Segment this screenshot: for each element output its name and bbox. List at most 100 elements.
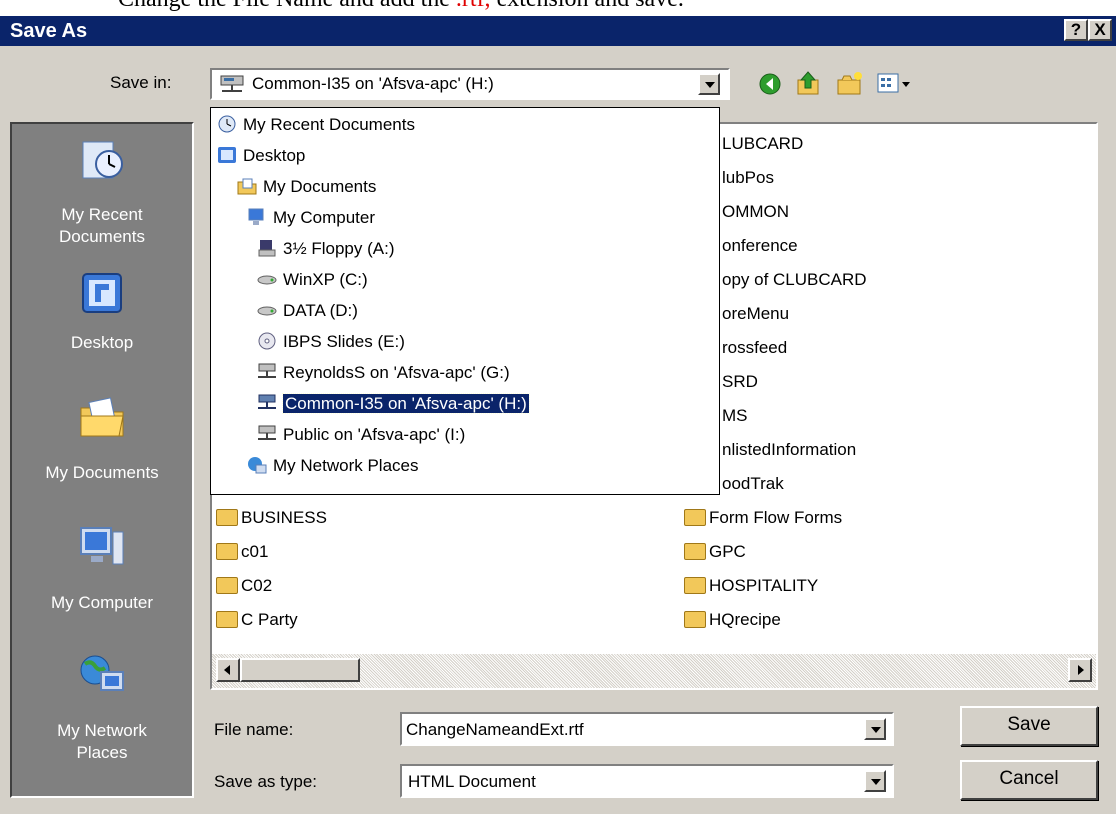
list-item-label: C02 [241,576,273,595]
list-item[interactable]: SRD [722,372,758,392]
list-item[interactable]: HQrecipe [684,610,781,630]
save-type-combobox[interactable]: HTML Document [400,764,894,798]
list-item[interactable]: LUBCARD [722,134,803,154]
dropdown-item-label: ReynoldsS on 'Afsva-apc' (G:) [283,363,510,382]
dropdown-item-recent[interactable]: My Recent Documents [217,110,415,140]
arrow-left-icon [224,665,230,675]
my-documents-icon [80,397,124,437]
list-item[interactable]: nlistedInformation [722,440,856,460]
recent-documents-icon [218,115,236,133]
dropdown-item-label: My Network Places [273,456,419,475]
dropdown-item-drive-c[interactable]: WinXP (C:) [257,265,368,295]
file-name-dropdown-button[interactable] [864,718,886,740]
instruction-text-end: extension and save. [491,0,684,12]
list-item[interactable]: rossfeed [722,338,787,358]
folder-icon [684,611,706,629]
cancel-button[interactable]: Cancel [960,760,1098,800]
list-item[interactable]: C02 [216,576,272,596]
folder-icon [684,543,706,561]
dropdown-item-drive-h-selected[interactable]: Common-I35 on 'Afsva-apc' (H:) [257,389,530,419]
scroll-thumb[interactable] [240,658,360,682]
dropdown-item-drive-d[interactable]: DATA (D:) [257,296,358,326]
place-label-desktop: Desktop [70,333,134,352]
network-drive-icon [258,394,276,409]
network-drive-icon [258,425,276,440]
folder-icon [684,509,706,527]
list-item[interactable]: GPC [684,542,746,562]
place-label-network-1: My Network [57,721,147,740]
file-name-combobox[interactable]: ChangeNameandExt.rtf [400,712,894,746]
floppy-icon [258,239,276,257]
save-button[interactable]: Save [960,706,1098,746]
list-item[interactable]: lubPos [722,168,774,188]
save-type-label: Save as type: [214,772,318,791]
save-type-dropdown-button[interactable] [864,770,886,792]
dropdown-item-my-documents[interactable]: My Documents [237,172,376,202]
list-item[interactable]: Form Flow Forms [684,508,842,528]
list-item-label: c01 [241,542,269,561]
list-item[interactable]: opy of CLUBCARD [722,270,867,290]
dropdown-item-drive-g[interactable]: ReynoldsS on 'Afsva-apc' (G:) [257,358,510,388]
place-label-network-2: Places [76,743,128,762]
dropdown-item-floppy[interactable]: 3½ Floppy (A:) [257,234,395,264]
place-label-recent-2: Documents [59,227,145,246]
folder-icon [216,611,238,629]
desktop-icon [218,146,236,163]
list-item[interactable]: C Party [216,610,298,630]
network-places-icon [80,655,124,691]
list-item[interactable]: BUSINESS [216,508,327,528]
folder-icon [216,577,238,595]
network-places-icon [248,456,267,474]
scroll-right-button[interactable] [1068,658,1092,682]
save-in-combobox[interactable]: Common-I35 on 'Afsva-apc' (H:) [210,68,730,100]
dropdown-item-my-computer[interactable]: My Computer [247,203,375,233]
arrow-right-icon [1078,665,1084,675]
up-folder-icon[interactable] [796,70,822,96]
dropdown-item-network-places[interactable]: My Network Places [247,451,418,481]
recent-documents-icon [82,141,123,179]
list-item[interactable]: OMMON [722,202,789,222]
cd-icon [258,332,276,350]
dropdown-item-drive-e[interactable]: IBPS Slides (E:) [257,327,405,357]
dropdown-item-label: Public on 'Afsva-apc' (I:) [283,425,466,444]
list-item-label: Form Flow Forms [709,508,843,527]
save-in-dropdown-button[interactable] [698,73,720,95]
my-documents-icon [237,178,257,195]
instruction-text: Change the File Name and add the [118,0,456,12]
network-drive-icon [258,363,276,378]
dropdown-item-drive-i[interactable]: Public on 'Afsva-apc' (I:) [257,420,465,450]
list-item[interactable]: c01 [216,542,268,562]
folder-icon [684,577,706,595]
list-item[interactable]: MS [722,406,748,426]
list-item-label: BUSINESS [241,508,327,527]
horizontal-scrollbar[interactable] [212,654,1096,688]
file-name-label: File name: [214,720,294,739]
folder-icon [216,509,238,527]
list-item[interactable]: oodTrak [722,474,784,494]
dropdown-item-label: DATA (D:) [283,301,358,320]
save-in-dropdown-list[interactable]: My Recent Documents Desktop My Documents… [210,107,720,495]
desktop-icon [82,273,122,313]
folder-icon [216,543,238,561]
list-item[interactable]: HOSPITALITY [684,576,818,596]
scroll-left-button[interactable] [216,658,240,682]
title-bar[interactable]: Save As ? X [0,16,1116,46]
save-in-value: Common-I35 on 'Afsva-apc' (H:) [252,74,494,93]
drive-icon [257,275,277,285]
file-name-input[interactable]: ChangeNameandExt.rtf [406,720,584,740]
list-item-label: GPC [709,542,746,561]
views-menu-icon[interactable] [876,72,914,96]
dropdown-item-desktop[interactable]: Desktop [217,141,305,171]
close-button[interactable]: X [1088,19,1112,41]
window-title: Save As [10,20,88,42]
dropdown-item-label: My Recent Documents [243,115,415,134]
help-button[interactable]: ? [1064,19,1088,41]
new-folder-icon[interactable] [836,70,864,96]
back-icon[interactable] [758,72,782,96]
list-item[interactable]: oreMenu [722,304,789,324]
instruction-banner: Change the File Name and add the .rtf, e… [0,0,1116,16]
place-label-recent-1: My Recent [61,205,143,224]
dropdown-item-label: My Computer [273,208,376,227]
list-item[interactable]: onference [722,236,798,256]
instruction-highlight: .rtf, [456,0,491,12]
